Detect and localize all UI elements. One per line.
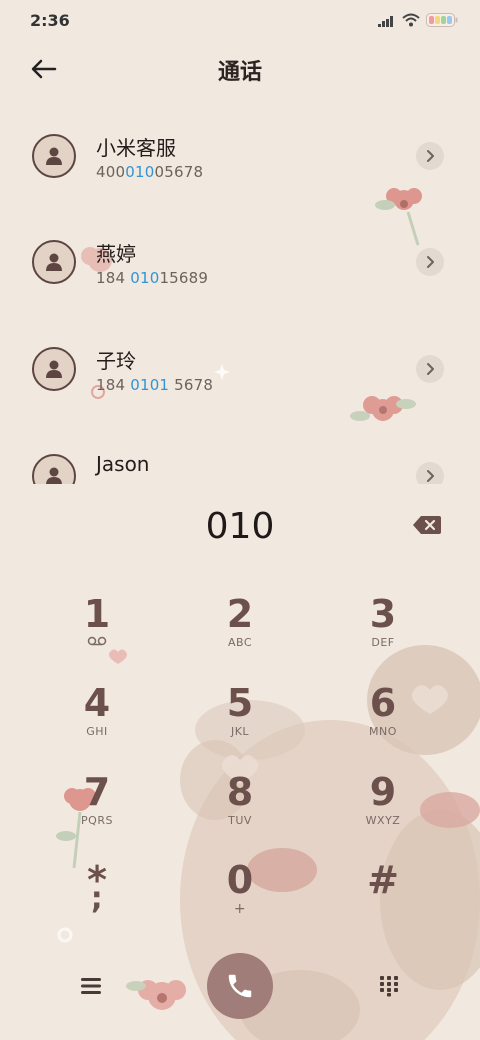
key-digit: 1 <box>83 592 111 636</box>
battery-icon <box>426 12 458 31</box>
backspace-icon <box>413 516 441 534</box>
contact-detail-button[interactable] <box>416 248 444 276</box>
key-letters: DEF <box>371 636 395 649</box>
contact-name: 子玲 <box>96 349 136 373</box>
dial-input-bar: 010 <box>0 496 480 560</box>
contact-item[interactable]: 子玲 184 0101 5678 <box>0 313 480 419</box>
menu-button[interactable] <box>72 970 110 1002</box>
menu-icon <box>81 978 101 994</box>
person-icon <box>46 147 62 165</box>
status-bar: 2:36 <box>0 0 480 40</box>
chevron-right-icon <box>427 470 434 482</box>
key-letters: JKL <box>230 725 250 738</box>
number-match: 010 <box>125 163 155 181</box>
contact-name: 燕婷 <box>96 242 136 266</box>
key-letters: + <box>233 901 247 917</box>
status-icons <box>378 12 458 31</box>
key-2[interactable]: 2 ABC <box>169 586 311 666</box>
number-prefix: 400 <box>96 163 126 181</box>
number-suffix: 5678 <box>169 376 214 394</box>
app-header: 通话 <box>0 40 480 98</box>
key-9[interactable]: 9 WXYZ <box>312 764 454 844</box>
contact-item[interactable]: 小米客服 40001005678 <box>0 100 480 206</box>
key-letters: PQRS <box>81 814 113 827</box>
chevron-right-icon <box>427 363 434 375</box>
key-letters: WXYZ <box>365 814 401 827</box>
key-letters: GHI <box>86 725 108 738</box>
contact-number: 184 0101 5678 <box>96 376 213 394</box>
key-letters: MNO <box>369 725 397 738</box>
phone-icon <box>228 974 252 998</box>
person-icon <box>46 360 62 378</box>
key-3[interactable]: 3 DEF <box>312 586 454 666</box>
key-digit: 0 <box>226 858 254 902</box>
contact-number: 184 01015689 <box>96 269 208 287</box>
signal-icon <box>378 12 396 31</box>
key-4[interactable]: 4 GHI <box>26 675 168 755</box>
key-star[interactable]: * ; <box>26 852 168 932</box>
key-7[interactable]: 7 PQRS <box>26 764 168 844</box>
backspace-button[interactable] <box>412 514 442 536</box>
voicemail-icon <box>26 636 168 650</box>
key-digit: 4 <box>83 681 111 725</box>
avatar <box>32 347 76 391</box>
person-icon <box>46 467 62 484</box>
key-letters: ABC <box>227 636 253 649</box>
contact-number: 40001005678 <box>96 163 203 181</box>
avatar <box>32 240 76 284</box>
chevron-right-icon <box>427 150 434 162</box>
key-1[interactable]: 1 <box>26 586 168 666</box>
wifi-icon <box>402 12 420 31</box>
number-match: 0101 <box>130 376 170 394</box>
number-match: 010 <box>130 269 160 287</box>
contact-name: 小米客服 <box>96 136 176 160</box>
key-digit: 7 <box>83 770 111 814</box>
dialed-number[interactable]: 010 <box>0 506 480 547</box>
key-digit: 3 <box>369 592 397 636</box>
key-letters: TUV <box>228 814 252 827</box>
key-6[interactable]: 6 MNO <box>312 675 454 755</box>
contact-detail-button[interactable] <box>416 355 444 383</box>
number-suffix: 15689 <box>159 269 209 287</box>
keypad-toggle-button[interactable] <box>370 970 408 1002</box>
key-digit: # <box>367 858 399 902</box>
status-time: 2:36 <box>30 11 70 30</box>
key-digit: 8 <box>226 770 254 814</box>
contact-name: Jason <box>96 452 150 476</box>
person-icon <box>46 253 62 271</box>
key-letters: ; <box>90 881 104 916</box>
contact-list: 小米客服 40001005678 燕婷 184 01015689 子玲 184 … <box>0 100 480 484</box>
key-digit: 6 <box>369 681 397 725</box>
page-title: 通话 <box>217 60 262 85</box>
contact-item[interactable]: Jason <box>0 420 480 484</box>
call-button[interactable] <box>207 953 273 1019</box>
keypad-grid-icon <box>380 976 398 997</box>
chevron-right-icon <box>427 256 434 268</box>
contact-detail-button[interactable] <box>416 462 444 484</box>
key-5[interactable]: 5 JKL <box>169 675 311 755</box>
key-0[interactable]: 0 + <box>169 852 311 932</box>
number-prefix: 184 <box>96 269 131 287</box>
contact-detail-button[interactable] <box>416 142 444 170</box>
avatar <box>32 454 76 484</box>
key-hash[interactable]: # <box>312 852 454 932</box>
number-prefix: 184 <box>96 376 131 394</box>
bottom-action-bar <box>0 950 480 1022</box>
contact-item[interactable]: 燕婷 184 01015689 <box>0 206 480 312</box>
key-8[interactable]: 8 TUV <box>169 764 311 844</box>
key-digit: 5 <box>226 681 254 725</box>
avatar <box>32 134 76 178</box>
number-suffix: 05678 <box>154 163 204 181</box>
key-digit: 9 <box>369 770 397 814</box>
key-digit: 2 <box>226 592 254 636</box>
